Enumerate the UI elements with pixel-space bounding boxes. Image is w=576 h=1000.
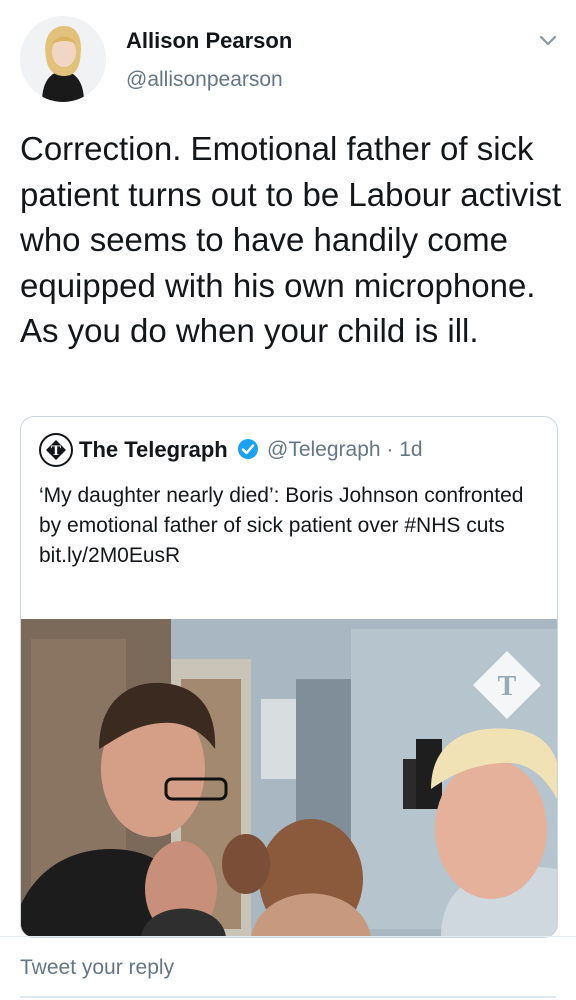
- avatar-image: [20, 16, 106, 102]
- author-handle[interactable]: @allisonpearson: [126, 68, 283, 92]
- tweet-text: Correction. Emotional father of sick pat…: [20, 130, 562, 349]
- verified-badge-icon: [238, 439, 258, 459]
- telegraph-logo-icon: T: [39, 433, 73, 467]
- quoted-handle-line: @Telegraph · 1d: [267, 438, 423, 462]
- reply-underline: [20, 996, 556, 998]
- svg-text:T: T: [51, 443, 61, 459]
- author-avatar[interactable]: [20, 16, 106, 102]
- quoted-video-thumbnail[interactable]: T: [21, 619, 557, 937]
- quoted-author-handle[interactable]: @Telegraph: [267, 438, 381, 461]
- author-name[interactable]: Allison Pearson: [126, 28, 292, 54]
- quoted-link[interactable]: bit.ly/2M0EusR: [39, 541, 544, 571]
- video-frame-image: T: [21, 619, 557, 937]
- reply-input[interactable]: Tweet your reply: [20, 956, 174, 980]
- separator-dot: ·: [386, 438, 400, 461]
- quoted-text-block: ‘My daughter nearly died’: Boris Johnson…: [39, 481, 544, 571]
- chevron-down-icon[interactable]: [536, 28, 560, 52]
- quoted-tweet-card[interactable]: T The Telegraph @Telegraph · 1d ‘My daug…: [20, 416, 558, 938]
- quoted-text: ‘My daughter nearly died’: Boris Johnson…: [39, 484, 524, 537]
- quoted-author-name[interactable]: The Telegraph: [79, 437, 228, 463]
- svg-text:T: T: [498, 671, 517, 702]
- reply-divider: [0, 936, 576, 937]
- quoted-timestamp[interactable]: 1d: [399, 438, 422, 461]
